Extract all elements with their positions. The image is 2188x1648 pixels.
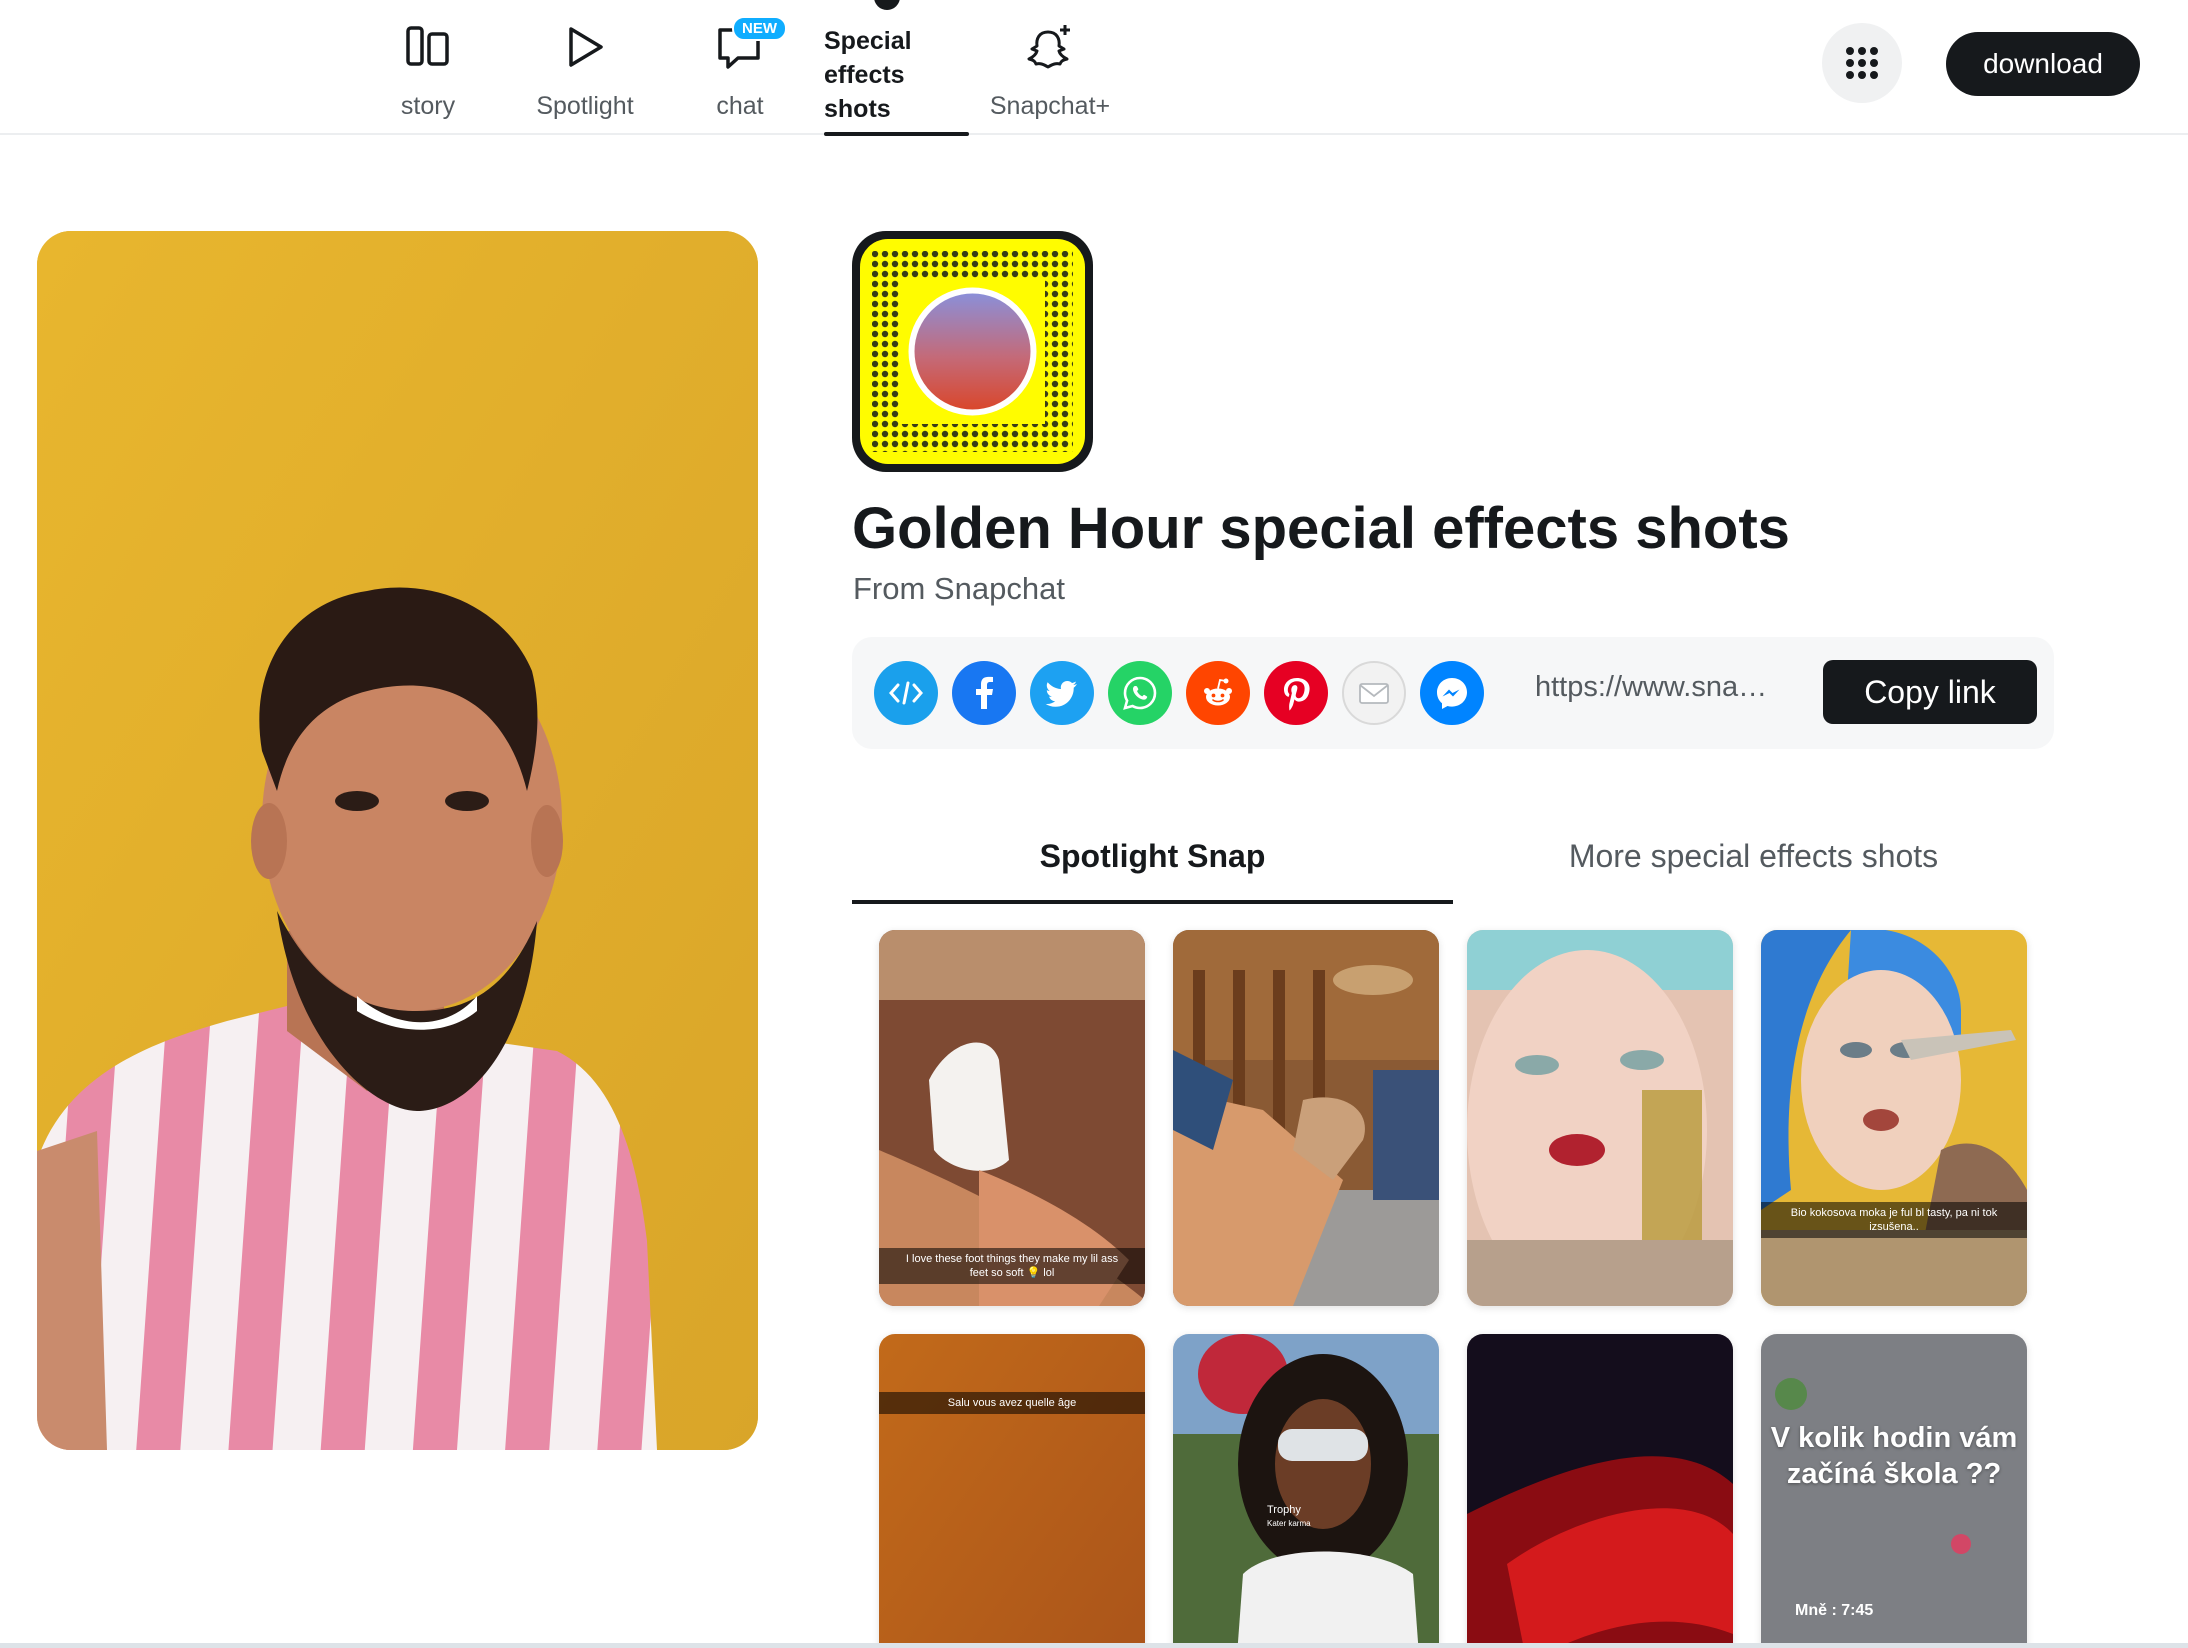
- tab-label-more-special-effects-shots: More special effects shots: [1568, 838, 1939, 874]
- nav-item-story[interactable]: story: [378, 0, 478, 135]
- nav-label-story: story: [400, 92, 456, 120]
- apps-menu-button[interactable]: [1822, 23, 1902, 103]
- tab-more-special-effects-shots[interactable]: More special effects shots: [1453, 820, 2054, 904]
- thumbnail-image: [1173, 1334, 1439, 1648]
- lens-title: Golden Hour special effects shots: [852, 496, 1790, 561]
- email-icon: [1359, 683, 1389, 704]
- snapcode-icon: [852, 231, 1093, 472]
- spotlight-thumbnail[interactable]: Bio kokosova moka je ful bl tasty, pa ni…: [1761, 930, 2027, 1306]
- whatsapp-icon: [1123, 676, 1157, 710]
- messenger-share-button[interactable]: [1420, 661, 1484, 725]
- download-button[interactable]: download: [1946, 32, 2140, 96]
- spotlight-thumbnail[interactable]: Salu vous avez quelle âge: [879, 1334, 1145, 1648]
- reddit-icon: [1204, 678, 1232, 706]
- tab-label-spotlight-snap: Spotlight Snap: [1039, 838, 1266, 874]
- spotlight-thumbnail[interactable]: [1467, 930, 1733, 1306]
- pinterest-icon: [1284, 678, 1310, 711]
- preview-image: [37, 231, 758, 1450]
- nav-label-spotlight: Spotlight: [536, 92, 634, 120]
- facebook-share-button[interactable]: [952, 661, 1016, 725]
- new-badge: NEW: [732, 16, 787, 41]
- thumbnail-image: [879, 1334, 1145, 1648]
- thumbnail-caption: Bio kokosova moka je ful bl tasty, pa ni…: [1761, 1202, 2027, 1238]
- nav-item-spotlight[interactable]: Spotlight: [520, 0, 650, 135]
- nav-label-chat: chat: [716, 92, 764, 120]
- twitter-icon: [1045, 681, 1077, 707]
- tab-spotlight-snap[interactable]: Spotlight Snap: [852, 820, 1453, 904]
- nav-item-snapchat-plus[interactable]: Snapchat+: [975, 0, 1125, 135]
- thumbnail-time-caption: Mně : 7:45: [1795, 1602, 1874, 1619]
- stories-icon: [406, 26, 449, 66]
- lenses-icon: [874, 0, 900, 10]
- share-bar: https://www.snapc... Copy link: [852, 637, 2054, 749]
- snapcode-pattern: [872, 251, 1073, 452]
- facebook-icon: [976, 676, 993, 709]
- lens-preview-video[interactable]: [37, 231, 758, 1450]
- lens-creator: From Snapchat: [853, 571, 1065, 606]
- snapchat-plus-ghost-icon: [1027, 25, 1070, 69]
- share-url-text: https://www.snapc...: [1535, 671, 1775, 703]
- copy-link-button[interactable]: Copy link: [1823, 660, 2037, 724]
- spotlight-thumbnail[interactable]: [1173, 930, 1439, 1306]
- nav-label-special-effects-shots: Special effects shots: [824, 27, 912, 123]
- active-tab-underline: [852, 900, 1453, 904]
- thumbnail-image: [1173, 930, 1439, 1306]
- spotlight-thumbnail[interactable]: [1467, 1334, 1733, 1648]
- nav-item-chat[interactable]: NEW chat: [690, 0, 790, 135]
- thumbnail-caption: I love these foot things they make my li…: [879, 1248, 1145, 1284]
- nav-label-snapchat-plus: Snapchat+: [989, 92, 1111, 120]
- spotlight-thumbnail[interactable]: I love these foot things they make my li…: [879, 930, 1145, 1306]
- nav-item-special-effects-shots[interactable]: Special effects shots: [822, 0, 969, 136]
- messenger-icon: [1437, 678, 1467, 709]
- email-share-button[interactable]: [1342, 661, 1406, 725]
- embed-button[interactable]: [874, 661, 938, 725]
- reddit-share-button[interactable]: [1186, 661, 1250, 725]
- whatsapp-share-button[interactable]: [1108, 661, 1172, 725]
- apps-grid-icon: [1846, 47, 1878, 79]
- trophy-sticker: Trophy Kater karma: [1267, 1504, 1311, 1528]
- thumbnail-caption: V kolik hodin vám začíná škola ??: [1770, 1422, 2018, 1490]
- spotlight-thumbnail[interactable]: V kolik hodin vám začíná škola ?? Mně : …: [1761, 1334, 2027, 1648]
- spotlight-thumbnail[interactable]: Trophy Kater karma: [1173, 1334, 1439, 1648]
- thumbnail-image: [1467, 1334, 1733, 1648]
- pinterest-share-button[interactable]: [1264, 661, 1328, 725]
- thumbnail-image: [1467, 930, 1733, 1306]
- top-navigation: story Spotlight NEW chat Special effects…: [0, 0, 2188, 136]
- active-tab-indicator: [824, 132, 969, 136]
- page-bottom-border: [0, 1643, 2188, 1648]
- twitter-share-button[interactable]: [1030, 661, 1094, 725]
- content-tabs: Spotlight Snap More special effects shot…: [852, 820, 2054, 904]
- thumbnail-image: [1761, 930, 2027, 1306]
- thumbnail-caption: Salu vous avez quelle âge: [879, 1392, 1145, 1414]
- embed-icon: [889, 681, 923, 705]
- spotlight-play-icon: [569, 27, 603, 67]
